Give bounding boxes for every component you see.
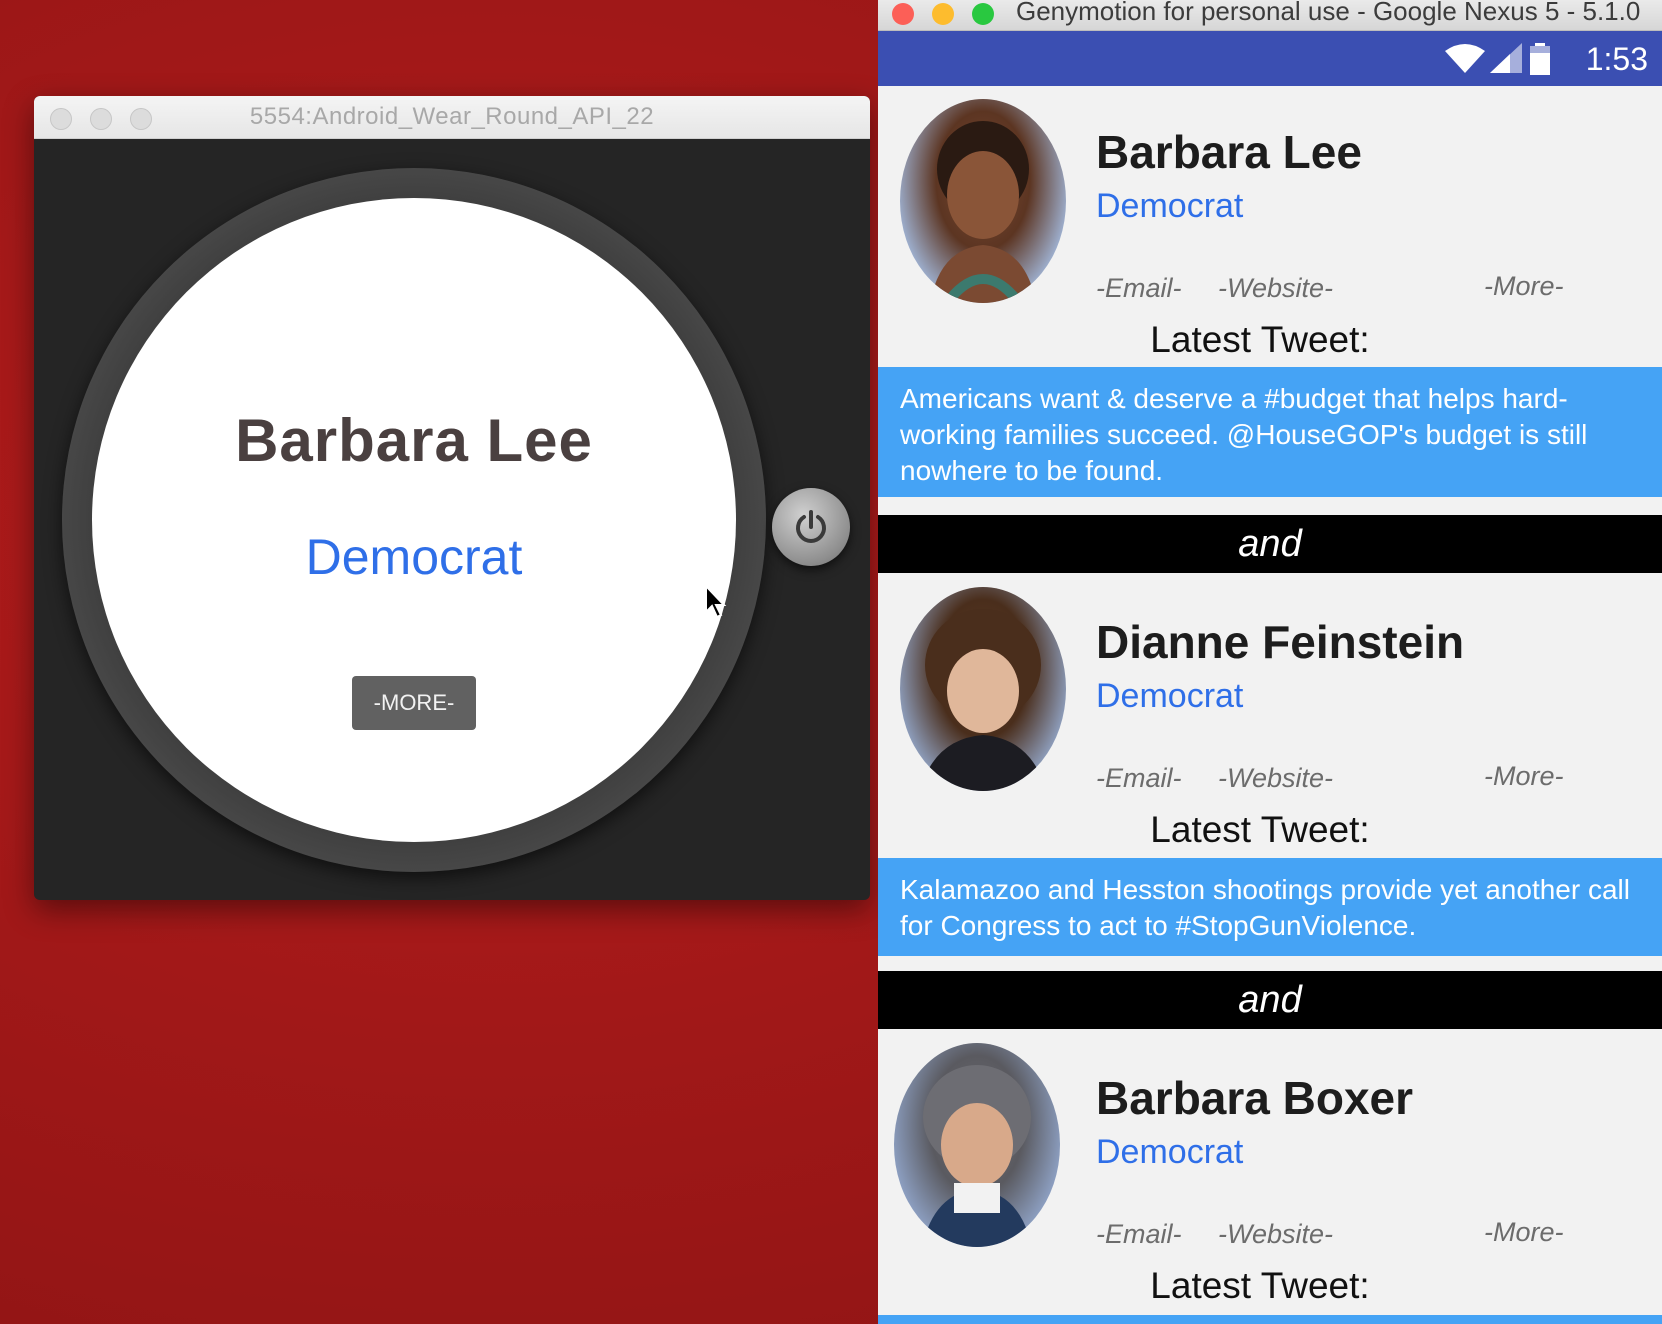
representative-name: Barbara Boxer bbox=[1096, 1072, 1414, 1124]
power-button[interactable] bbox=[772, 488, 850, 566]
latest-tweet-label: Latest Tweet: bbox=[1150, 319, 1370, 360]
website-link[interactable]: -Website- bbox=[1218, 273, 1333, 304]
website-link[interactable]: -Website- bbox=[1218, 1219, 1333, 1250]
representative-card: Barbara Boxer Democrat -Email- -Website-… bbox=[878, 1029, 1662, 1324]
minimize-window-button[interactable] bbox=[932, 3, 954, 25]
more-link[interactable]: -More- bbox=[1484, 271, 1564, 302]
tweet-text: Kalamazoo and Hesston shootings provide … bbox=[878, 858, 1662, 956]
tweet-text: Americans want & deserve a #budget that … bbox=[878, 367, 1662, 497]
latest-tweet-label: Latest Tweet: bbox=[1150, 1265, 1370, 1306]
person-silhouette-icon bbox=[920, 609, 1046, 791]
card-separator: and bbox=[878, 515, 1662, 573]
representative-card: Barbara Lee Democrat -Email- -Website- -… bbox=[878, 85, 1662, 505]
battery-icon bbox=[1530, 43, 1550, 75]
more-link[interactable]: -More- bbox=[1484, 1217, 1564, 1248]
wear-titlebar[interactable]: 5554:Android_Wear_Round_API_22 bbox=[34, 96, 870, 139]
representative-photo bbox=[900, 99, 1066, 303]
watch-bezel: Barbara Lee Democrat -MORE- bbox=[62, 168, 766, 872]
tweet-text bbox=[878, 1315, 1662, 1324]
wear-emulator-window: 5554:Android_Wear_Round_API_22 Barbara L… bbox=[34, 96, 870, 900]
genymotion-window: Genymotion for personal use - Google Nex… bbox=[878, 0, 1662, 1324]
status-clock: 1:53 bbox=[1585, 41, 1648, 77]
mouse-pointer-icon bbox=[705, 584, 727, 619]
zoom-window-button[interactable] bbox=[972, 3, 994, 25]
signal-icon bbox=[1489, 43, 1522, 73]
status-icons bbox=[1445, 43, 1552, 75]
representative-card: Dianne Feinstein Democrat -Email- -Websi… bbox=[878, 573, 1662, 973]
email-link[interactable]: -Email- bbox=[1096, 1219, 1182, 1250]
close-window-button[interactable] bbox=[892, 3, 914, 25]
more-link[interactable]: -More- bbox=[1484, 761, 1564, 792]
genymotion-window-title: Genymotion for personal use - Google Nex… bbox=[1016, 0, 1641, 26]
person-silhouette-icon bbox=[922, 1065, 1032, 1247]
latest-tweet-label: Latest Tweet: bbox=[1150, 809, 1370, 850]
watch-party-label: Democrat bbox=[305, 529, 523, 585]
wear-window-title: 5554:Android_Wear_Round_API_22 bbox=[249, 103, 655, 130]
representative-party: Democrat bbox=[1096, 677, 1244, 715]
watch-face[interactable]: Barbara Lee Democrat -MORE- bbox=[92, 198, 736, 842]
android-status-bar: 1:53 bbox=[878, 31, 1662, 86]
representative-party: Democrat bbox=[1096, 187, 1244, 225]
watch-more-button[interactable]: -MORE- bbox=[352, 676, 476, 730]
website-link[interactable]: -Website- bbox=[1218, 763, 1333, 794]
genymotion-titlebar[interactable]: Genymotion for personal use - Google Nex… bbox=[878, 0, 1662, 31]
person-silhouette-icon bbox=[930, 121, 1036, 303]
representative-name: Dianne Feinstein bbox=[1096, 616, 1465, 668]
representative-photo bbox=[900, 587, 1066, 791]
email-link[interactable]: -Email- bbox=[1096, 273, 1182, 304]
watch-representative-name: Barbara Lee bbox=[235, 407, 593, 474]
representative-party: Democrat bbox=[1096, 1133, 1244, 1171]
card-separator: and bbox=[878, 971, 1662, 1029]
email-link[interactable]: -Email- bbox=[1096, 763, 1182, 794]
representative-photo bbox=[894, 1043, 1060, 1247]
power-icon bbox=[796, 510, 826, 543]
wifi-icon bbox=[1445, 44, 1486, 73]
representative-name: Barbara Lee bbox=[1096, 126, 1362, 178]
